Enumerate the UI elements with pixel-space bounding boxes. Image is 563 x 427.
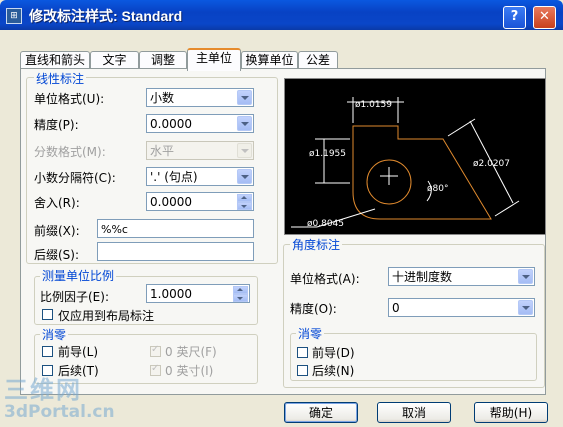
tab-alternate-units[interactable]: 换算单位 [241,51,298,69]
fraction-format-label: 分数格式(M): [34,145,106,159]
tab-primary-units[interactable]: 主单位 [187,48,241,71]
zero-suppression-title: 消零 [40,326,69,343]
leading-zero-label: 前导(L) [58,345,99,359]
chevron-down-icon [237,143,252,158]
close-button[interactable]: ✕ [533,6,556,29]
app-icon: ⊞ [6,8,22,24]
precision-label: 精度(P): [34,118,79,132]
zero-inches-checkbox [150,363,161,376]
part-outline [352,125,492,220]
spin-up-icon[interactable] [233,286,248,294]
trailing-zero-checkbox[interactable] [42,365,53,376]
precision-select[interactable]: 0.0000 [146,114,254,133]
angular-group-title: 角度标注 [290,236,343,253]
watermark: 三维网 3dPortal.cn [4,378,115,422]
suffix-input[interactable] [97,242,254,261]
scale-factor-label: 比例因子(E): [40,290,109,304]
angular-zero-suppression-title: 消零 [296,325,325,342]
unit-format-select[interactable]: 小数 [146,88,254,107]
dim-text-angle: ø80° [427,184,448,194]
chevron-down-icon[interactable] [237,169,252,184]
decimal-separator-select[interactable]: '.' (句点) [146,167,254,186]
tab-text[interactable]: 文字 [90,51,139,69]
angular-trailing-zero-label: 后续(N) [312,364,355,378]
angular-leading-zero-checkbox[interactable] [297,347,308,358]
fraction-format-select: 水平 [146,141,254,160]
watermark-logo-text: 三维网 [4,376,82,404]
angular-precision-label: 精度(O): [290,302,337,316]
leading-zero-checkbox[interactable] [42,346,53,357]
help-button[interactable]: 帮助(H) [474,402,548,423]
chevron-down-icon[interactable] [237,116,252,131]
chevron-down-icon[interactable] [518,300,533,315]
title-bar[interactable]: ⊞ 修改标注样式: Standard ? ✕ [0,0,563,30]
window-title: 修改标注样式: Standard [29,8,183,24]
suffix-label: 后缀(S): [34,248,80,262]
chevron-down-icon[interactable] [237,90,252,105]
dimension-preview-drawing: ø1.0159 ø1.1955 ø2.0207 ø80° ø0.8045 [291,97,520,229]
scale-factor-spinner[interactable]: 1.0000 [146,284,250,303]
angular-leading-zero-label: 前导(D) [312,346,355,360]
cancel-button[interactable]: 取消 [377,402,451,423]
decimal-separator-label: 小数分隔符(C): [34,171,116,185]
chevron-down-icon[interactable] [518,269,533,284]
dim-text-top: ø1.0159 [355,100,392,110]
dim-text-bottom: ø0.8045 [307,219,344,229]
dim-text-left: ø1.1955 [309,149,346,159]
layout-only-label: 仅应用到布局标注 [58,309,155,323]
tab-lines-arrows[interactable]: 直线和箭头 [20,51,90,69]
spin-down-icon[interactable] [233,294,248,302]
linear-group-title: 线性标注 [34,70,87,87]
round-off-spinner[interactable]: 0.0000 [146,192,254,211]
spin-up-icon[interactable] [237,194,252,202]
unit-format-label: 单位格式(U): [34,92,105,106]
angular-precision-select[interactable]: 0 [388,298,535,317]
ok-button[interactable]: 确定 [284,402,358,423]
round-off-label: 舍入(R): [34,196,80,210]
zero-feet-checkbox [150,344,161,357]
preview-pane: ø1.0159 ø1.1955 ø2.0207 ø80° ø0.8045 [284,78,546,235]
dim-text-right: ø2.0207 [473,159,510,169]
watermark-url: 3dPortal.cn [4,402,115,422]
zero-feet-label: 0 英尺(F) [165,345,217,359]
scale-group-title: 测量单位比例 [40,267,117,284]
help-title-button[interactable]: ? [503,6,526,29]
prefix-label: 前缀(X): [34,224,80,238]
spin-down-icon[interactable] [237,202,252,210]
angular-unit-format-select[interactable]: 十进制度数 [388,267,535,286]
zero-inches-label: 0 英寸(I) [165,364,214,378]
prefix-input[interactable]: %%c [97,219,254,238]
tab-tolerances[interactable]: 公差 [298,51,338,69]
angular-trailing-zero-checkbox[interactable] [297,365,308,376]
angular-unit-format-label: 单位格式(A): [290,272,360,286]
tab-fit[interactable]: 调整 [139,51,187,69]
layout-only-checkbox[interactable] [42,309,53,320]
